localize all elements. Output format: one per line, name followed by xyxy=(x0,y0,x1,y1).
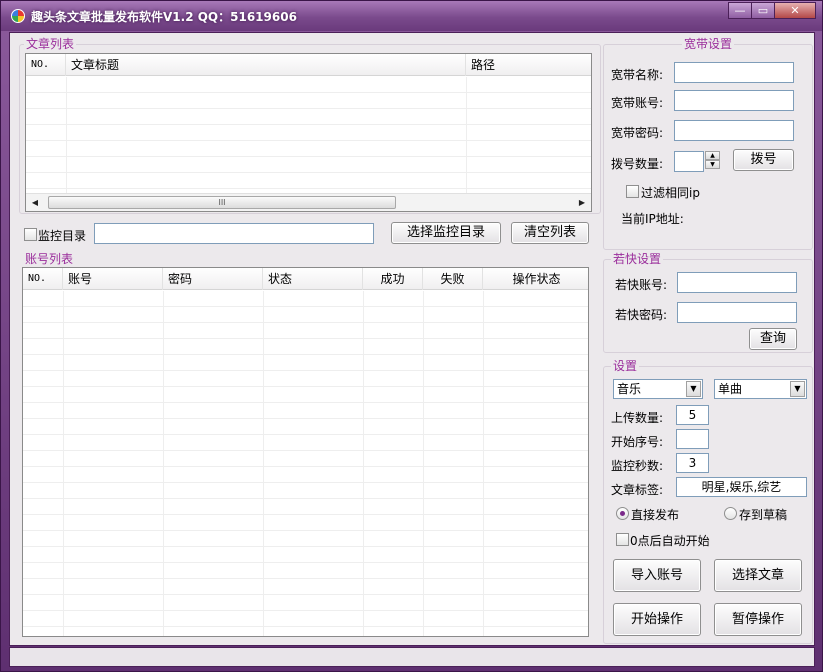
article-list-group: 文章列表 NO. 文章标题 路径 ◀ III ▶ xyxy=(19,37,601,214)
start-button[interactable]: 开始操作 xyxy=(613,603,701,636)
restore-button[interactable]: ▭ xyxy=(751,2,775,19)
upload-count-input[interactable]: 5 xyxy=(676,405,709,425)
start-index-input[interactable] xyxy=(676,429,709,449)
account-table[interactable]: NO. 账号 密码 状态 成功 失败 操作状态 xyxy=(22,267,589,637)
settings-group: 设置 音乐 ▼ 单曲 ▼ 上传数量: 5 开始序号: 监控秒数: 3 文章标签:… xyxy=(603,359,813,644)
account-col-password[interactable]: 密码 xyxy=(163,268,263,290)
article-col-title[interactable]: 文章标题 xyxy=(66,54,466,76)
auto-start-checkbox[interactable] xyxy=(616,533,629,546)
account-col-fail[interactable]: 失败 xyxy=(423,268,483,290)
broadband-name-label: 宽带名称: xyxy=(611,68,664,82)
account-table-body[interactable] xyxy=(23,291,588,636)
article-col-path[interactable]: 路径 xyxy=(466,54,591,76)
auto-start-label: 0点后自动开始 xyxy=(630,534,710,548)
query-button[interactable]: 查询 xyxy=(749,328,797,350)
chevron-down-icon[interactable]: ▼ xyxy=(686,381,701,397)
minimize-button[interactable]: — xyxy=(728,2,752,19)
scroll-left-icon[interactable]: ◀ xyxy=(26,194,44,211)
account-list-legend: 账号列表 xyxy=(23,252,76,266)
account-col-no[interactable]: NO. xyxy=(23,268,63,290)
window-title: 趣头条文章批量发布软件V1.2 QQ：51619606 xyxy=(31,10,297,24)
ruokuai-password-input[interactable] xyxy=(677,302,797,323)
account-table-header: NO. 账号 密码 状态 成功 失败 操作状态 xyxy=(23,268,588,290)
dial-count-input[interactable] xyxy=(674,151,704,172)
scroll-right-icon[interactable]: ▶ xyxy=(573,194,591,211)
article-table-header: NO. 文章标题 路径 xyxy=(26,54,591,76)
ruokuai-password-label: 若快密码: xyxy=(615,308,668,322)
subcategory-select[interactable]: 单曲 ▼ xyxy=(714,379,807,399)
settings-legend: 设置 xyxy=(611,359,640,373)
upload-count-label: 上传数量: xyxy=(611,411,664,425)
ruokuai-group: 若快设置 若快账号: 若快密码: 查询 xyxy=(603,252,813,353)
dial-button[interactable]: 拨号 xyxy=(733,149,794,171)
monitor-seconds-input[interactable]: 3 xyxy=(676,453,709,473)
broadband-account-label: 宽带账号: xyxy=(611,96,664,110)
status-bar xyxy=(9,647,815,667)
ruokuai-account-input[interactable] xyxy=(677,272,797,293)
spin-down-icon[interactable]: ▼ xyxy=(705,160,720,169)
select-articles-button[interactable]: 选择文章 xyxy=(714,559,802,592)
article-hscrollbar[interactable]: ◀ III ▶ xyxy=(26,193,591,211)
account-col-success[interactable]: 成功 xyxy=(363,268,423,290)
article-list-legend: 文章列表 xyxy=(24,37,77,51)
dial-count-spinner[interactable]: ▲ ▼ xyxy=(705,151,720,170)
pause-button[interactable]: 暂停操作 xyxy=(714,603,802,636)
select-monitor-dir-button[interactable]: 选择监控目录 xyxy=(391,222,501,244)
monitor-seconds-label: 监控秒数: xyxy=(611,459,664,473)
monitor-dir-checkbox[interactable] xyxy=(24,228,37,241)
account-col-status[interactable]: 状态 xyxy=(263,268,363,290)
tags-label: 文章标签: xyxy=(611,483,664,497)
app-icon xyxy=(11,9,25,23)
clear-list-button[interactable]: 清空列表 xyxy=(511,222,589,244)
publish-direct-label: 直接发布 xyxy=(631,508,680,522)
scroll-thumb[interactable]: III xyxy=(48,196,396,209)
account-col-account[interactable]: 账号 xyxy=(63,268,163,290)
broadband-password-label: 宽带密码: xyxy=(611,126,664,140)
import-accounts-button[interactable]: 导入账号 xyxy=(613,559,701,592)
ruokuai-legend: 若快设置 xyxy=(611,252,664,266)
client-area: 文章列表 NO. 文章标题 路径 ◀ III ▶ 监控目录 选择监控目录 清空列… xyxy=(9,32,815,646)
dial-count-label: 拨号数量: xyxy=(611,157,664,171)
title-bar[interactable]: 趣头条文章批量发布软件V1.2 QQ：51619606 — ▭ ✕ xyxy=(1,1,822,31)
article-table-body[interactable] xyxy=(26,77,591,193)
window-controls: — ▭ ✕ xyxy=(728,2,816,20)
chevron-down-icon[interactable]: ▼ xyxy=(790,381,805,397)
close-button[interactable]: ✕ xyxy=(774,2,816,19)
broadband-legend: 宽带设置 xyxy=(682,37,735,51)
broadband-name-input[interactable] xyxy=(674,62,794,83)
filter-ip-checkbox[interactable] xyxy=(626,185,639,198)
broadband-group: 宽带设置 宽带名称: 宽带账号: 宽带密码: 拨号数量: ▲ ▼ 拨号 过滤相同… xyxy=(603,37,813,250)
broadband-account-input[interactable] xyxy=(674,90,794,111)
filter-ip-label: 过滤相同ip xyxy=(641,186,700,200)
publish-direct-radio[interactable] xyxy=(616,507,629,520)
save-draft-label: 存到草稿 xyxy=(739,508,788,522)
current-ip-label: 当前IP地址: xyxy=(621,212,684,226)
ruokuai-account-label: 若快账号: xyxy=(615,278,668,292)
monitor-dir-input[interactable] xyxy=(94,223,374,244)
account-col-op-status[interactable]: 操作状态 xyxy=(483,268,588,290)
tags-input[interactable]: 明星,娱乐,综艺 xyxy=(676,477,807,497)
main-window: 趣头条文章批量发布软件V1.2 QQ：51619606 — ▭ ✕ 文章列表 N… xyxy=(0,0,823,672)
spin-up-icon[interactable]: ▲ xyxy=(705,151,720,160)
article-table[interactable]: NO. 文章标题 路径 ◀ III ▶ xyxy=(25,53,592,212)
broadband-password-input[interactable] xyxy=(674,120,794,141)
article-col-no[interactable]: NO. xyxy=(26,54,66,76)
start-index-label: 开始序号: xyxy=(611,435,664,449)
save-draft-radio[interactable] xyxy=(724,507,737,520)
monitor-dir-label: 监控目录 xyxy=(38,229,87,243)
category-select[interactable]: 音乐 ▼ xyxy=(613,379,703,399)
